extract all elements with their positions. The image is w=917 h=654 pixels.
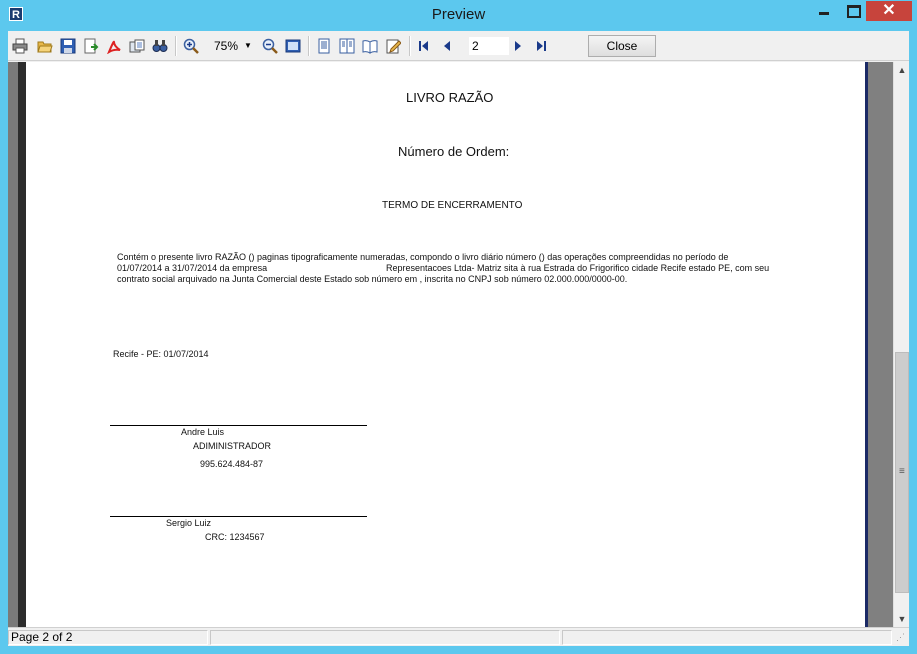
minimize-button[interactable] bbox=[810, 1, 838, 21]
section-title: TERMO DE ENCERRAMENTO bbox=[382, 200, 523, 211]
pdf-icon[interactable] bbox=[106, 38, 122, 55]
signer-document: 995.624.484-87 bbox=[200, 459, 264, 469]
window-frame-right bbox=[909, 31, 917, 654]
vertical-scrollbar[interactable]: ▲ ≡ ▼ bbox=[893, 62, 909, 627]
signature-line bbox=[110, 516, 367, 517]
last-page-icon[interactable] bbox=[535, 39, 547, 53]
save-icon[interactable] bbox=[60, 38, 76, 54]
scrollbar-thumb[interactable]: ≡ bbox=[895, 352, 909, 593]
window-close-button[interactable]: ✕ bbox=[866, 1, 912, 21]
status-panel bbox=[210, 630, 560, 645]
two-pages-icon[interactable] bbox=[339, 38, 355, 54]
chevron-down-icon[interactable]: ▼ bbox=[244, 37, 252, 55]
next-page-icon[interactable] bbox=[512, 39, 524, 53]
previous-page-icon[interactable] bbox=[441, 39, 453, 53]
window-frame-bottom bbox=[0, 646, 917, 654]
export-icon[interactable] bbox=[83, 38, 99, 54]
page-number-input[interactable] bbox=[469, 37, 509, 55]
report-title: LIVRO RAZÃO bbox=[406, 90, 494, 105]
status-bar: Page 2 of 2 ⋰ bbox=[8, 627, 909, 646]
signer-name: Sergio Luiz bbox=[166, 518, 212, 528]
signature-line bbox=[110, 425, 367, 426]
toolbar-separator bbox=[175, 36, 177, 56]
close-button[interactable]: Close bbox=[588, 35, 656, 57]
window-title: Preview bbox=[431, 6, 486, 23]
edit-icon[interactable] bbox=[385, 38, 402, 54]
fit-page-icon[interactable] bbox=[285, 38, 301, 54]
body-text-line: Representacoes Ltda- Matriz sita à rua E… bbox=[386, 263, 770, 273]
print-icon[interactable] bbox=[12, 38, 28, 54]
scroll-down-icon[interactable]: ▼ bbox=[894, 611, 910, 627]
first-page-icon[interactable] bbox=[418, 39, 430, 53]
status-panel bbox=[562, 630, 892, 645]
toolbar-separator bbox=[308, 36, 310, 56]
page-info: Page 2 of 2 bbox=[8, 630, 208, 645]
zoom-out-icon[interactable] bbox=[262, 38, 278, 54]
toolbar: 75% ▼ 2 Close bbox=[8, 31, 909, 61]
body-text-line: 01/07/2014 a 31/07/2014 da empresa bbox=[117, 263, 268, 273]
place-date: Recife - PE: 01/07/2014 bbox=[113, 349, 209, 359]
close-icon: ✕ bbox=[882, 2, 896, 19]
scroll-up-icon[interactable]: ▲ bbox=[894, 62, 910, 78]
maximize-icon bbox=[847, 5, 861, 18]
book-icon[interactable] bbox=[362, 38, 378, 54]
body-text-line: contrato social arquivado na Junta Comer… bbox=[117, 274, 628, 284]
signer-name: Andre Luis bbox=[181, 427, 225, 437]
toolbar-separator bbox=[409, 36, 411, 56]
order-number-label: Número de Ordem: bbox=[398, 144, 510, 159]
preview-area[interactable]: LIVRO RAZÃO Número de Ordem: TERMO DE EN… bbox=[8, 62, 893, 627]
minimize-icon bbox=[819, 12, 829, 15]
signer-document: CRC: 1234567 bbox=[205, 532, 265, 542]
page-shadow bbox=[18, 62, 26, 627]
window-frame-left bbox=[0, 31, 8, 654]
report-page: LIVRO RAZÃO Número de Ordem: TERMO DE EN… bbox=[26, 62, 868, 627]
grip-icon: ≡ bbox=[899, 466, 905, 477]
one-page-icon[interactable] bbox=[316, 38, 332, 54]
resize-grip-icon[interactable]: ⋰ bbox=[896, 631, 908, 643]
signer-role: ADIMINISTRADOR bbox=[193, 441, 272, 451]
preview-window: R Preview ✕ 75% ▼ 2 Close LIVRO RAZÃO Nú… bbox=[0, 0, 917, 654]
open-icon[interactable] bbox=[37, 38, 53, 54]
title-bar[interactable]: R Preview ✕ bbox=[0, 0, 917, 31]
body-text-line: Contém o presente livro RAZÃO () paginas… bbox=[117, 252, 729, 262]
find-icon[interactable] bbox=[152, 38, 168, 54]
maximize-button[interactable] bbox=[838, 1, 866, 21]
zoom-in-icon[interactable] bbox=[183, 38, 199, 54]
email-icon[interactable] bbox=[129, 38, 145, 54]
